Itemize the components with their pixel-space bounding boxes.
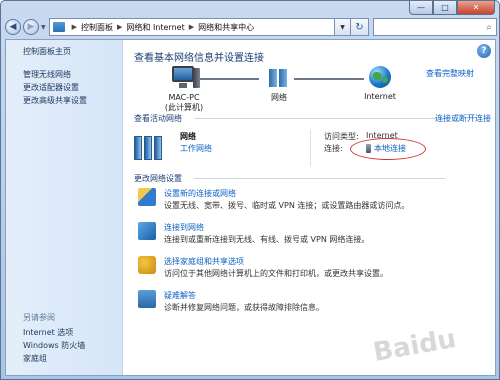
minimize-button[interactable]: — [409, 1, 433, 15]
chevron-right-icon[interactable]: ▶ [189, 23, 194, 31]
sidebar-home-link[interactable]: 控制面板主页 [23, 46, 71, 57]
network-icon [266, 66, 292, 90]
task-description: 设置无线、宽带、拨号、临时或 VPN 连接；或设置路由器或访问点。 [164, 201, 410, 210]
task-title[interactable]: 设置新的连接或网络 [164, 188, 236, 199]
help-icon[interactable]: ? [477, 44, 491, 58]
recent-pages-dropdown[interactable]: ▼ [41, 24, 46, 31]
address-row: ◀ ▶ ▼ ▶ 控制面板 ▶ 网络和 Internet ▶ 网络和共享中心 ▼ … [5, 17, 497, 37]
divider [194, 178, 445, 179]
change-settings-heading: 更改网络设置 [134, 174, 182, 183]
forward-button[interactable]: ▶ [23, 19, 39, 35]
setup-connection-icon [138, 188, 156, 206]
sidebar-item-windows-firewall[interactable]: Windows 防火墙 [23, 339, 85, 352]
task-connect-network[interactable]: 连接到网络 连接到或重新连接到无线、有线、拨号或 VPN 网络连接。 [134, 220, 484, 254]
connect-disconnect-link[interactable]: 连接或断开连接 [435, 113, 491, 124]
connections-label: 连接: [324, 144, 343, 153]
network-type-link[interactable]: 工作网络 [180, 143, 212, 154]
task-list: 设置新的连接或网络 设置无线、宽带、拨号、临时或 VPN 连接；或设置路由器或访… [134, 186, 484, 322]
search-icon[interactable]: ⌕ [486, 22, 492, 33]
task-description: 诊断并修复网络问题，或获得故障排除信息。 [164, 303, 324, 312]
sidebar-item-internet-options[interactable]: Internet 选项 [23, 326, 85, 339]
view-full-map-link[interactable]: 查看完整映射 [426, 68, 474, 79]
map-node-computer[interactable]: MAC-PC (此计算机) [154, 66, 214, 113]
task-troubleshoot[interactable]: 疑难解答 诊断并修复网络问题，或获得故障排除信息。 [134, 288, 484, 322]
close-button[interactable]: ✕ [457, 1, 495, 15]
access-type-label: 访问类型: [324, 132, 359, 141]
content-area: 控制面板主页 管理无线网络 更改适配器设置 更改高级共享设置 另请参阅 Inte… [5, 39, 496, 376]
sidebar-item-manage-wireless[interactable]: 管理无线网络 [23, 68, 87, 81]
window-frame: — □ ✕ ◀ ▶ ▼ ▶ 控制面板 ▶ 网络和 Internet ▶ 网络和共… [0, 0, 500, 380]
task-title[interactable]: 疑难解答 [164, 290, 196, 301]
sidebar-item-advanced-sharing[interactable]: 更改高级共享设置 [23, 94, 87, 107]
computer-icon [169, 66, 200, 90]
sidebar-item-adapter-settings[interactable]: 更改适配器设置 [23, 81, 87, 94]
task-title[interactable]: 连接到网络 [164, 222, 204, 233]
caption-buttons: — □ ✕ [409, 1, 495, 15]
task-homegroup-sharing[interactable]: 选择家庭组和共享选项 访问位于其他网络计算机上的文件和打印机，或更改共享设置。 [134, 254, 484, 288]
chevron-right-icon[interactable]: ▶ [117, 23, 122, 31]
sidebar-item-homegroup[interactable]: 家庭组 [23, 352, 85, 365]
map-node-internet[interactable]: Internet [352, 66, 408, 102]
main-panel: ? 查看基本网络信息并设置连接 查看完整映射 MAC-PC (此计算机) 网络 [124, 40, 495, 375]
task-setup-connection[interactable]: 设置新的连接或网络 设置无线、宽带、拨号、临时或 VPN 连接；或设置路由器或访… [134, 186, 484, 220]
back-button[interactable]: ◀ [5, 19, 21, 35]
active-network: 网络 工作网络 访问类型: Internet 连接: 本地连接 [134, 130, 464, 166]
sidebar-task-links: 管理无线网络 更改适配器设置 更改高级共享设置 [23, 68, 87, 107]
breadcrumb-network-internet[interactable]: 网络和 Internet [126, 22, 184, 33]
see-also-heading: 另请参阅 [23, 313, 55, 322]
highlight-circle [350, 138, 426, 160]
task-title[interactable]: 选择家庭组和共享选项 [164, 256, 244, 267]
breadcrumb-control-panel[interactable]: 控制面板 [81, 22, 113, 33]
map-node-network[interactable]: 网络 [254, 66, 304, 103]
see-also-links: Internet 选项 Windows 防火墙 家庭组 [23, 326, 85, 365]
refresh-button[interactable]: ↻ [351, 18, 369, 36]
homegroup-icon [138, 256, 156, 274]
task-description: 连接到或重新连接到无线、有线、拨号或 VPN 网络连接。 [164, 235, 370, 244]
sidebar: 控制面板主页 管理无线网络 更改适配器设置 更改高级共享设置 另请参阅 Inte… [6, 40, 123, 375]
address-dropdown[interactable]: ▼ [335, 18, 351, 36]
computer-subtitle: (此计算机) [164, 103, 204, 112]
search-input[interactable]: ⌕ [373, 18, 497, 36]
network-label: 网络 [271, 93, 287, 102]
breadcrumb-network-sharing-center[interactable]: 网络和共享中心 [198, 22, 254, 33]
internet-label: Internet [364, 92, 396, 101]
troubleshoot-icon [138, 290, 156, 308]
chevron-right-icon[interactable]: ▶ [72, 23, 77, 31]
network-name: 网络 [180, 132, 196, 141]
task-description: 访问位于其他网络计算机上的文件和打印机，或更改共享设置。 [164, 269, 388, 278]
maximize-button[interactable]: □ [433, 1, 457, 15]
address-bar[interactable]: ▶ 控制面板 ▶ 网络和 Internet ▶ 网络和共享中心 [48, 18, 335, 36]
globe-icon [369, 66, 391, 88]
active-networks-heading: 查看活动网络 [134, 114, 182, 123]
divider [310, 130, 311, 166]
control-panel-icon [52, 22, 65, 32]
computer-name: MAC-PC [168, 93, 200, 102]
connect-network-icon [138, 222, 156, 240]
divider [194, 118, 445, 119]
work-network-icon[interactable] [134, 130, 164, 160]
